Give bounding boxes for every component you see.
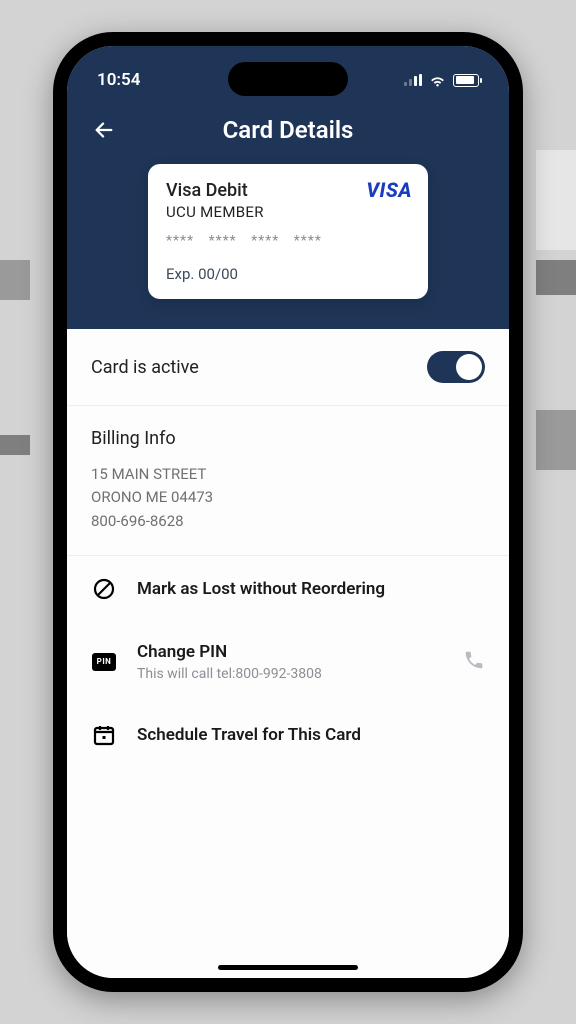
mark-lost-row[interactable]: Mark as Lost without Reordering: [67, 556, 509, 622]
mark-lost-label: Mark as Lost without Reordering: [137, 579, 485, 599]
card-number-masked: **** **** **** ****: [166, 233, 410, 249]
change-pin-subtitle: This will call tel:800-992-3808: [137, 666, 443, 682]
schedule-travel-row[interactable]: Schedule Travel for This Card: [67, 702, 509, 768]
billing-info-section: Billing Info 15 MAIN STREET ORONO ME 044…: [67, 406, 509, 556]
screen: 10:54 Card Details VISA Visa Debit UCU M…: [67, 46, 509, 978]
billing-phone: 800-696-8628: [91, 510, 485, 533]
cellular-icon: [404, 74, 422, 86]
card-active-toggle[interactable]: [427, 351, 485, 383]
change-pin-row[interactable]: PIN Change PIN This will call tel:800-99…: [67, 622, 509, 702]
billing-info-title: Billing Info: [91, 428, 485, 449]
content: Card is active Billing Info 15 MAIN STRE…: [67, 329, 509, 978]
billing-address-line1: 15 MAIN STREET: [91, 463, 485, 486]
phone-icon: [463, 649, 485, 675]
battery-icon: [453, 74, 479, 87]
change-pin-label: Change PIN: [137, 642, 443, 662]
dynamic-island: [228, 62, 348, 96]
card-active-row: Card is active: [67, 329, 509, 406]
wifi-icon: [429, 74, 446, 87]
status-time: 10:54: [97, 70, 140, 90]
home-indicator: [218, 965, 358, 970]
card-active-label: Card is active: [91, 357, 199, 378]
schedule-travel-label: Schedule Travel for This Card: [137, 725, 485, 745]
prohibit-icon: [91, 576, 117, 602]
phone-frame: 10:54 Card Details VISA Visa Debit UCU M…: [53, 32, 523, 992]
card-holder-name: UCU MEMBER: [166, 203, 410, 221]
toggle-knob: [456, 354, 482, 380]
card-brand-logo: VISA: [366, 178, 412, 202]
card-preview: VISA Visa Debit UCU MEMBER **** **** ***…: [148, 164, 428, 299]
billing-address-line2: ORONO ME 04473: [91, 486, 485, 509]
card-expiry: Exp. 00/00: [166, 265, 410, 283]
calendar-icon: [91, 722, 117, 748]
page-title: Card Details: [87, 116, 489, 144]
pin-icon: PIN: [91, 649, 117, 675]
header: Card Details VISA Visa Debit UCU MEMBER …: [67, 100, 509, 329]
